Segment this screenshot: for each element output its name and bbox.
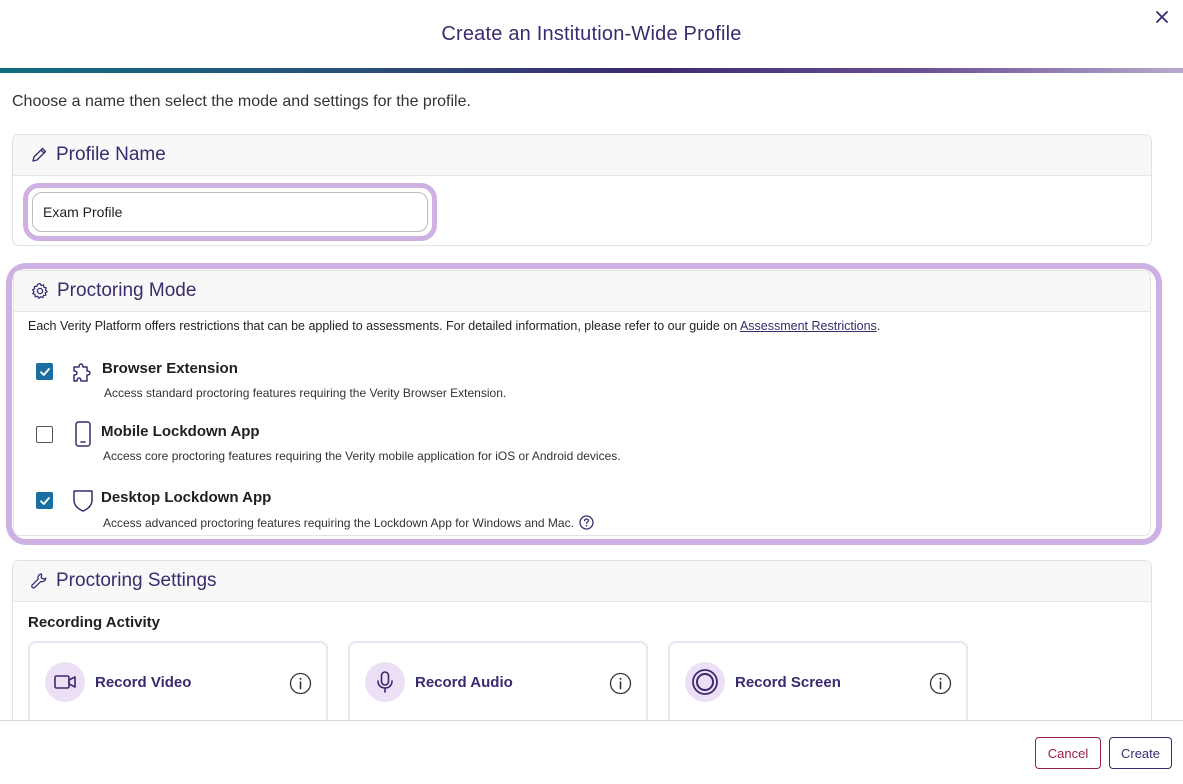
screen-record-icon: [685, 662, 725, 702]
microphone-icon: [365, 662, 405, 702]
mobile-lockdown-checkbox[interactable]: [36, 426, 53, 443]
modal-title: Create an Institution-Wide Profile: [441, 22, 742, 45]
info-icon[interactable]: [288, 671, 312, 695]
proctoring-mode-title: Proctoring Mode: [57, 280, 197, 301]
gear-icon: [30, 282, 49, 301]
help-icon[interactable]: [579, 515, 594, 530]
cancel-button[interactable]: Cancel: [1035, 737, 1101, 769]
proctoring-settings-header: Proctoring Settings: [13, 561, 1151, 602]
profile-name-input[interactable]: [32, 192, 428, 232]
record-screen-label: Record Screen: [735, 674, 841, 691]
wrench-icon: [29, 572, 48, 591]
mobile-lockdown-description: Access core proctoring features requirin…: [103, 449, 621, 463]
mobile-phone-icon: [69, 420, 97, 448]
record-audio-label: Record Audio: [415, 674, 513, 691]
assessment-restrictions-link[interactable]: Assessment Restrictions: [740, 319, 877, 333]
mobile-lockdown-description-text: Access core proctoring features requirin…: [103, 449, 621, 463]
description-end: .: [876, 319, 881, 333]
desktop-lockdown-label: Desktop Lockdown App: [101, 489, 272, 506]
recording-activity-label: Recording Activity: [28, 614, 160, 631]
profile-name-title: Profile Name: [56, 144, 166, 165]
proctoring-mode-card: Proctoring Mode Each Verity Platform off…: [13, 270, 1151, 536]
info-icon[interactable]: [608, 671, 632, 695]
browser-extension-checkbox[interactable]: [36, 363, 53, 380]
info-icon[interactable]: [928, 671, 952, 695]
video-camera-icon: [45, 662, 85, 702]
mode-item-mobile-lockdown: Mobile Lockdown App Access core proctori…: [28, 416, 928, 466]
profile-name-card: Profile Name: [12, 134, 1152, 246]
intro-text: Choose a name then select the mode and s…: [12, 93, 471, 110]
checkmark-icon: [39, 367, 50, 376]
profile-name-highlight: [23, 183, 437, 241]
record-audio-tile[interactable]: Record Audio: [348, 641, 648, 731]
browser-extension-description-text: Access standard proctoring features requ…: [104, 386, 507, 400]
desktop-lockdown-checkbox[interactable]: [36, 492, 53, 509]
close-icon: [1156, 11, 1168, 23]
create-button[interactable]: Create: [1109, 737, 1172, 769]
proctoring-mode-header: Proctoring Mode: [14, 271, 1150, 312]
shield-icon: [69, 486, 97, 514]
puzzle-icon: [70, 357, 98, 385]
record-video-tile[interactable]: Record Video: [28, 641, 328, 731]
browser-extension-description: Access standard proctoring features requ…: [104, 386, 506, 400]
checkmark-icon: [39, 496, 50, 505]
close-button[interactable]: [1151, 6, 1173, 28]
record-video-label: Record Video: [95, 674, 192, 691]
browser-extension-label: Browser Extension: [102, 360, 238, 377]
proctoring-mode-description: Each Verity Platform offers restrictions…: [28, 319, 880, 333]
pencil-icon: [29, 146, 48, 165]
mode-item-desktop-lockdown: Desktop Lockdown App Access advanced pro…: [28, 482, 928, 532]
record-screen-tile[interactable]: Record Screen: [668, 641, 968, 731]
modal-header: Create an Institution-Wide Profile: [0, 0, 1183, 68]
modal-footer: Cancel Create: [0, 720, 1183, 784]
desktop-lockdown-description-text: Access advanced proctoring features requ…: [103, 515, 574, 530]
profile-name-header: Profile Name: [13, 135, 1151, 176]
mobile-lockdown-label: Mobile Lockdown App: [101, 423, 260, 440]
mode-item-browser-extension: Browser Extension Access standard procto…: [28, 353, 928, 403]
proctoring-settings-title: Proctoring Settings: [56, 570, 217, 591]
description-text: Each Verity Platform offers restrictions…: [28, 319, 740, 333]
desktop-lockdown-description: Access advanced proctoring features requ…: [103, 515, 594, 530]
header-divider: [0, 68, 1183, 73]
